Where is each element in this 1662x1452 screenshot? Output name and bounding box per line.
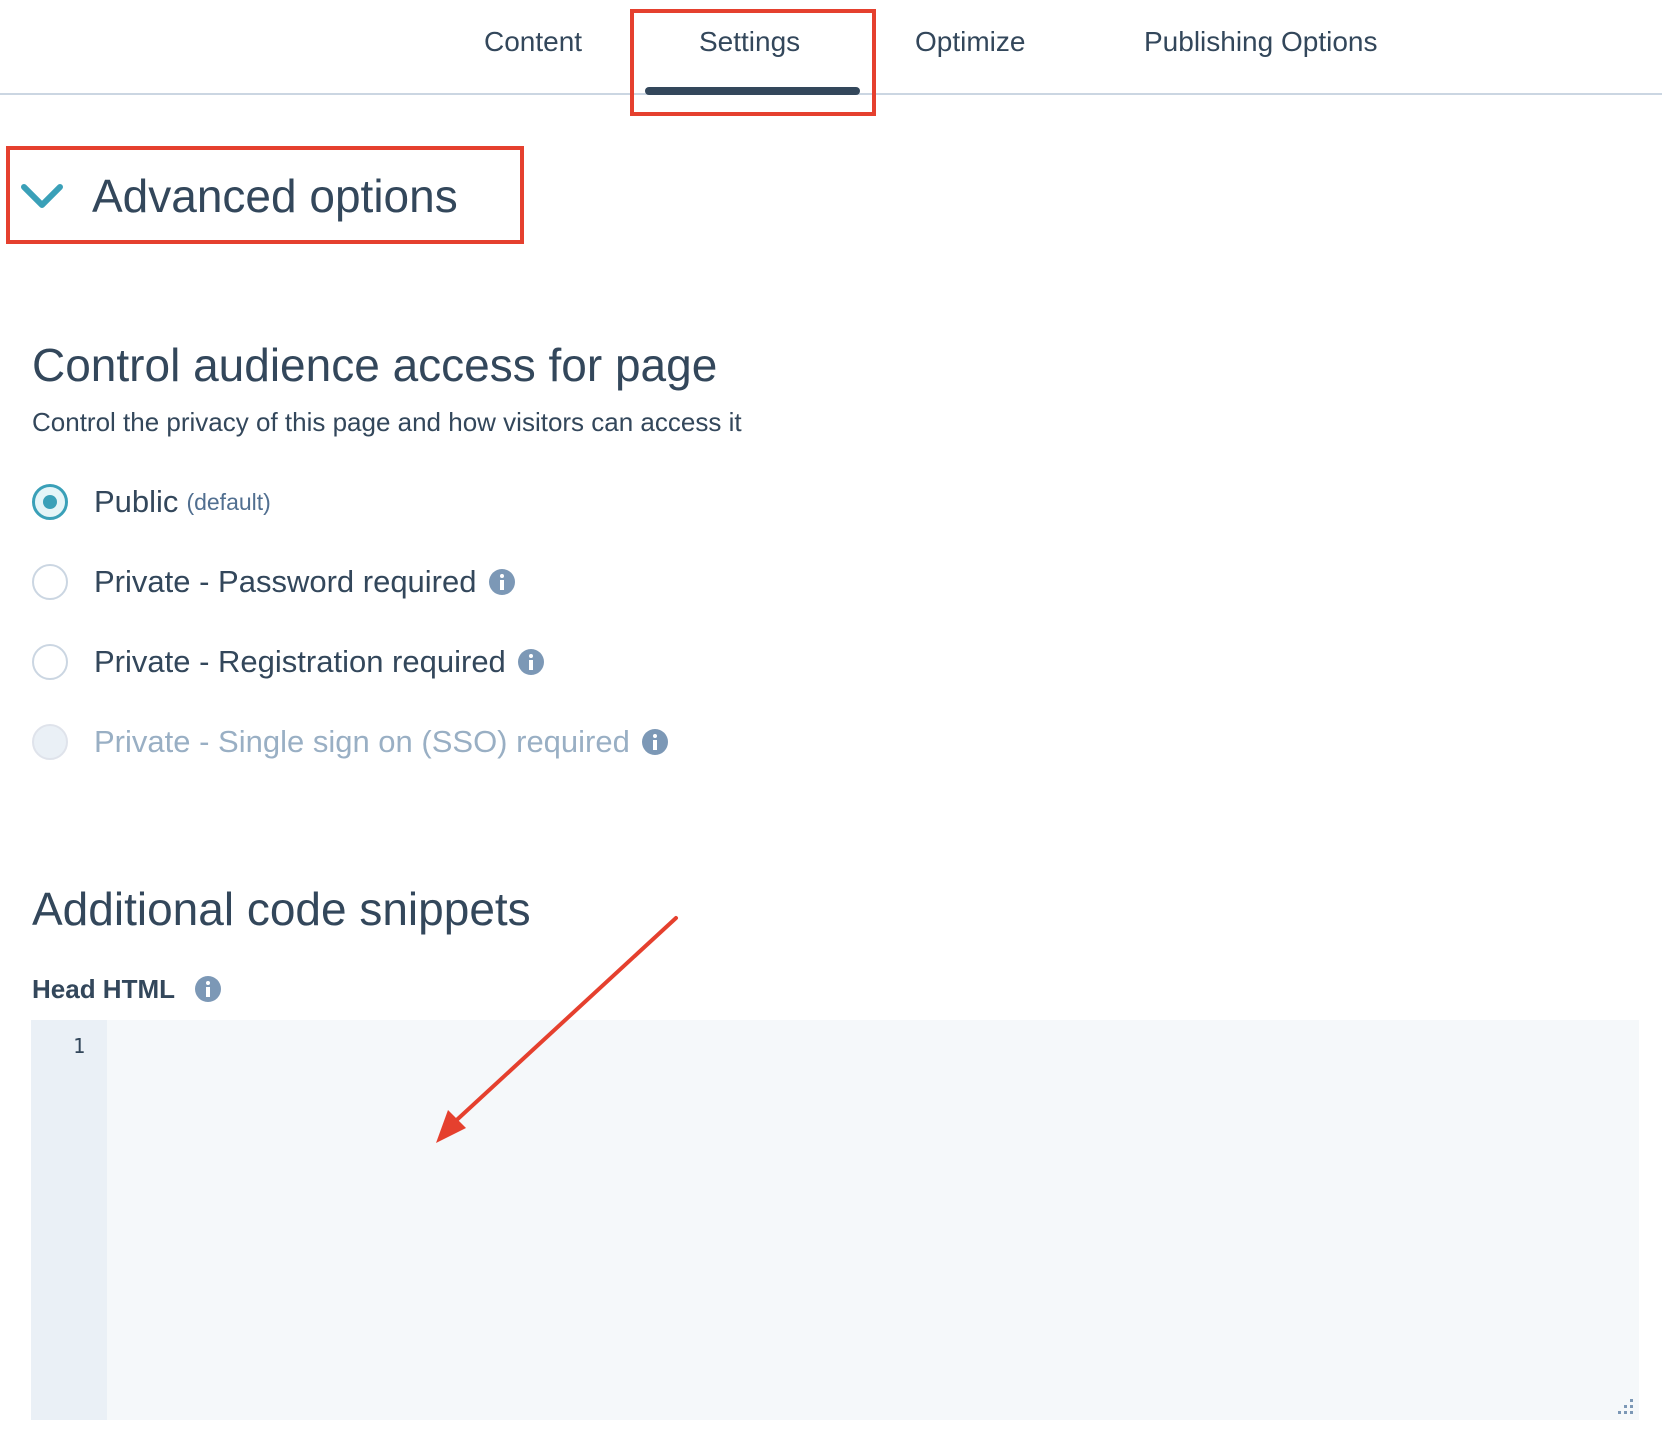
annotation-arrow — [436, 916, 678, 1143]
